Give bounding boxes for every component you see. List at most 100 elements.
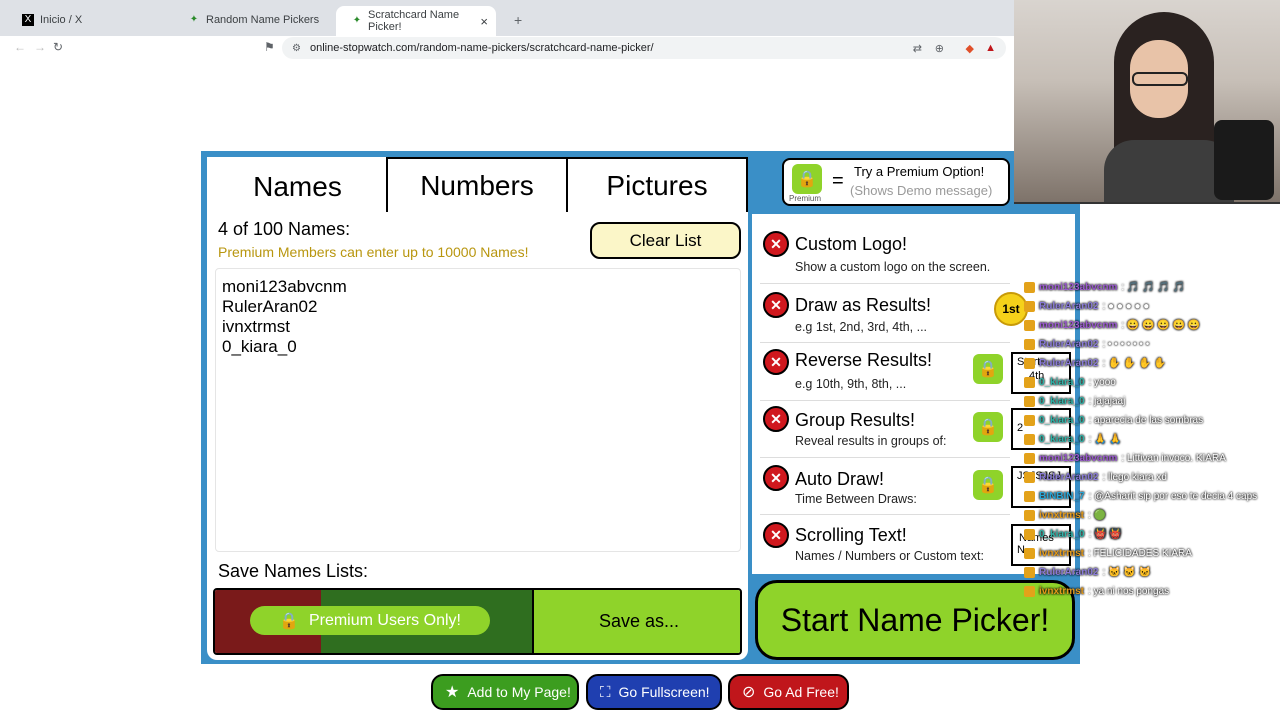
go-fullscreen-button[interactable]: ⛶ Go Fullscreen! bbox=[586, 674, 722, 710]
fullscreen-icon: ⛶ bbox=[600, 683, 611, 701]
zoom-icon[interactable]: ⊕ bbox=[935, 42, 944, 55]
extension-icon[interactable]: ◆ bbox=[966, 42, 974, 55]
premium-lock-icon: 🔒 bbox=[973, 470, 1003, 500]
chat-message: RulerAran02: llego kiara xd bbox=[1024, 468, 1167, 486]
tab-label: Random Name Pickers bbox=[206, 14, 320, 26]
option-desc: e.g 1st, 2nd, 3rd, 4th, ... bbox=[795, 320, 928, 334]
chat-username: RulerAran02 bbox=[1039, 357, 1099, 369]
name-entry: RulerAran02 bbox=[222, 297, 318, 316]
chat-badge-icon bbox=[1024, 433, 1035, 445]
chat-text: : @Asharit sip por eso te decia 4 caps bbox=[1088, 490, 1258, 502]
chat-badge-icon bbox=[1024, 300, 1035, 312]
clear-list-button[interactable]: Clear List bbox=[590, 222, 741, 259]
tab-names[interactable]: Names bbox=[207, 157, 388, 214]
tab-random-name-pickers[interactable]: ✦ Random Name Pickers bbox=[172, 8, 336, 32]
microphone-icon bbox=[1214, 120, 1274, 200]
chat-message: 0_kiara_0: 👹 👹 bbox=[1024, 525, 1122, 543]
chat-badge-icon bbox=[1024, 566, 1035, 578]
option-title: Scrolling Text! bbox=[795, 525, 907, 545]
add-to-my-page-label: Add to My Page! bbox=[467, 684, 571, 700]
chat-message: 0_kiara_0: aparecia de las sombras bbox=[1024, 411, 1203, 429]
extension-alert-icon[interactable]: ▲ bbox=[985, 42, 996, 54]
browser-tab-bar: X Inicio / X ✦ Random Name Pickers ✦ Scr… bbox=[0, 0, 1014, 36]
chat-badge-icon bbox=[1024, 338, 1035, 350]
chat-text: : ● ● ● ● ● bbox=[1102, 300, 1150, 312]
back-icon[interactable]: ← bbox=[14, 40, 26, 54]
chat-username: moni123abvcnm bbox=[1039, 319, 1118, 331]
scrolling-text-toggle-x-icon[interactable]: ✕ bbox=[763, 522, 789, 548]
chat-text: : 😀 😀 😀 😀 😀 bbox=[1121, 319, 1201, 331]
translate-icon[interactable]: ⇄ bbox=[913, 42, 922, 55]
name-entry: 0_kiara_0 bbox=[222, 337, 297, 356]
divider bbox=[760, 514, 1010, 515]
chat-badge-icon bbox=[1024, 357, 1035, 369]
group-results-toggle-x-icon[interactable]: ✕ bbox=[763, 406, 789, 432]
equals-sign: = bbox=[832, 170, 844, 192]
tab-scratchcard-name-picker[interactable]: ✦ Scratchcard Name Picker! × bbox=[336, 6, 496, 36]
go-ad-free-label: Go Ad Free! bbox=[763, 684, 839, 700]
chat-message: moni123abvcnm: Littivan invoco. KIARA bbox=[1024, 449, 1226, 467]
chat-text: : • • • • • • • bbox=[1102, 338, 1150, 350]
chat-text: : 🐱 🐱 🐱 bbox=[1102, 566, 1151, 578]
option-title: Auto Draw! bbox=[795, 469, 885, 489]
custom-logo-toggle-x-icon[interactable]: ✕ bbox=[763, 231, 789, 257]
premium-hint-title: Try a Premium Option! bbox=[854, 164, 985, 179]
option-desc: e.g 10th, 9th, 8th, ... bbox=[795, 377, 907, 391]
star-icon: ★ bbox=[445, 684, 460, 701]
chat-text: : 🎵 🎵 🎵 🎵 bbox=[1121, 281, 1186, 293]
chat-text: : 🟢 bbox=[1088, 509, 1107, 521]
name-entry: moni123abvcnm bbox=[222, 277, 347, 296]
reload-icon[interactable]: ↻ bbox=[53, 40, 63, 54]
option-desc: Names / Numbers or Custom text: bbox=[795, 549, 984, 563]
reverse-results-toggle-x-icon[interactable]: ✕ bbox=[763, 349, 789, 375]
chat-username: RulerAran02 bbox=[1039, 338, 1099, 350]
names-count-label: 4 of 100 Names: bbox=[218, 219, 351, 239]
chat-message: 0_kiara_0: 🙏 🙏 bbox=[1024, 430, 1122, 448]
address-bar[interactable]: ⚙ online-stopwatch.com/random-name-picke… bbox=[282, 37, 1006, 59]
option-desc: Show a custom logo on the screen. bbox=[795, 260, 991, 274]
go-ad-free-button[interactable]: ⊘ Go Ad Free! bbox=[728, 674, 849, 710]
go-fullscreen-label: Go Fullscreen! bbox=[618, 684, 710, 700]
option-title: Draw as Results! bbox=[795, 295, 932, 315]
chat-text: : llego kiara xd bbox=[1102, 471, 1167, 483]
stream-chat-overlay: moni123abvcnm: 🎵 🎵 🎵 🎵 RulerAran02: ● ● ●… bbox=[1024, 278, 1270, 618]
chat-message: 0_kiara_0: yooo bbox=[1024, 373, 1116, 391]
chat-username: RulerAran02 bbox=[1039, 471, 1099, 483]
add-to-my-page-button[interactable]: ★ Add to My Page! bbox=[431, 674, 579, 710]
picker-favicon: ✦ bbox=[189, 14, 199, 25]
chat-text: : aparecia de las sombras bbox=[1088, 414, 1204, 426]
chat-badge-icon bbox=[1024, 395, 1035, 407]
chat-username: ivnxtrmst bbox=[1039, 547, 1085, 559]
divider bbox=[760, 342, 1010, 343]
chat-text: : ya ni nos pongas bbox=[1088, 585, 1170, 597]
divider bbox=[760, 400, 1010, 401]
chat-badge-icon bbox=[1024, 281, 1035, 293]
chat-text: : FELICIDADES KIARA bbox=[1088, 547, 1192, 559]
bookmark-icon[interactable]: ⚑ bbox=[264, 40, 275, 54]
chat-message: moni123abvcnm: 🎵 🎵 🎵 🎵 bbox=[1024, 278, 1185, 296]
chat-username: 0_kiara_0 bbox=[1039, 414, 1085, 426]
tab-numbers[interactable]: Numbers bbox=[386, 157, 568, 214]
site-info-icon[interactable]: ⚙ bbox=[292, 43, 301, 54]
names-textarea[interactable]: moni123abvcnm RulerAran02 ivnxtrmst 0_ki… bbox=[215, 268, 741, 552]
premium-lock-label: Premium bbox=[789, 194, 822, 203]
lock-icon: 🔒 bbox=[279, 612, 299, 630]
forward-icon[interactable]: → bbox=[34, 40, 46, 54]
close-tab-icon[interactable]: × bbox=[480, 14, 488, 29]
chat-badge-icon bbox=[1024, 509, 1035, 521]
tab-pictures[interactable]: Pictures bbox=[566, 157, 748, 214]
save-as-button[interactable]: Save as... bbox=[532, 590, 740, 653]
chat-username: RulerAran02 bbox=[1039, 300, 1099, 312]
auto-draw-toggle-x-icon[interactable]: ✕ bbox=[763, 465, 789, 491]
chat-username: 0_kiara_0 bbox=[1039, 528, 1085, 540]
premium-users-only-label: Premium Users Only! bbox=[308, 611, 461, 629]
chat-badge-icon bbox=[1024, 528, 1035, 540]
chat-username: 0_kiara_0 bbox=[1039, 395, 1085, 407]
draw-as-results-toggle-x-icon[interactable]: ✕ bbox=[763, 292, 789, 318]
chat-text: : jajajaaj bbox=[1088, 395, 1126, 407]
url-text: online-stopwatch.com/random-name-pickers… bbox=[310, 42, 654, 54]
new-tab-button[interactable]: + bbox=[498, 8, 528, 32]
chat-message: moni123abvcnm: 😀 😀 😀 😀 😀 bbox=[1024, 316, 1200, 334]
tab-inicio-x[interactable]: X Inicio / X bbox=[6, 8, 170, 32]
chat-message: BINBIN_7: @Asharit sip por eso te decia … bbox=[1024, 487, 1257, 505]
